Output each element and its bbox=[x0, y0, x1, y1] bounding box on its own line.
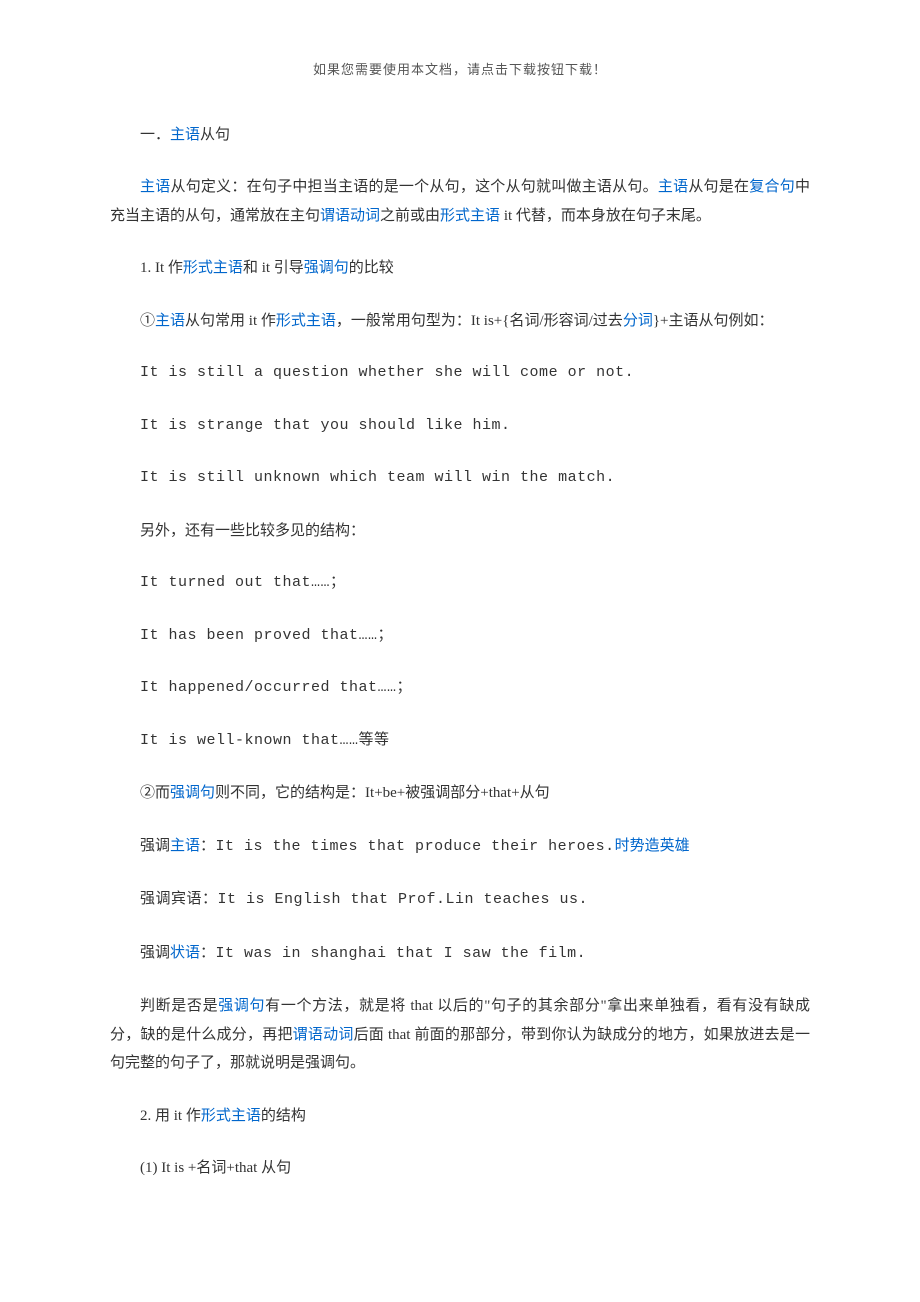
text: it 代替，而本身放在句子末尾。 bbox=[500, 208, 711, 224]
example-5: It has been proved that……； bbox=[110, 622, 810, 651]
link-formal-subject[interactable]: 形式主语 bbox=[183, 260, 243, 276]
text: 从句是在 bbox=[688, 179, 749, 195]
subsection-2-title: 2. 用 it 作形式主语的结构 bbox=[110, 1102, 810, 1131]
text: 从句常用 it 作 bbox=[185, 313, 276, 329]
text: ① bbox=[140, 313, 155, 329]
link-formal-subject[interactable]: 形式主语 bbox=[276, 313, 336, 329]
text: 的比较 bbox=[349, 260, 394, 276]
definition-paragraph: 主语从句定义：在句子中担当主语的是一个从句，这个从句就叫做主语从句。主语从句是在… bbox=[110, 173, 810, 230]
example-4: It turned out that……； bbox=[110, 569, 810, 598]
link-formal-subject[interactable]: 形式主语 bbox=[201, 1108, 261, 1124]
link-emphatic-sentence[interactable]: 强调句 bbox=[304, 260, 349, 276]
point-2: ②而强调句则不同，它的结构是：It+be+被强调部分+that+从句 bbox=[110, 779, 810, 808]
text: 从句 bbox=[200, 127, 230, 143]
point-1: ①主语从句常用 it 作形式主语，一般常用句型为：It is+{名词/形容词/过… bbox=[110, 307, 810, 336]
text: 从句定义：在句子中担当主语的是一个从句，这个从句就叫做主语从句。 bbox=[170, 179, 657, 195]
text: 一． bbox=[140, 127, 170, 143]
text: 判断是否是 bbox=[140, 998, 218, 1014]
text: 2. 用 it 作 bbox=[140, 1108, 201, 1124]
link-participle[interactable]: 分词 bbox=[623, 313, 653, 329]
text: 则不同，它的结构是：It+be+被强调部分+that+从句 bbox=[215, 785, 550, 801]
link-formal-subject[interactable]: 形式主语 bbox=[440, 208, 500, 224]
text: ②而 bbox=[140, 785, 170, 801]
header-note: 如果您需要使用本文档，请点击下载按钮下载！ bbox=[110, 60, 810, 81]
link-compound-sentence[interactable]: 复合句 bbox=[749, 179, 795, 195]
text: ：It was in shanghai that I saw the film. bbox=[200, 945, 586, 962]
link-subject[interactable]: 主语 bbox=[155, 313, 185, 329]
text: 的结构 bbox=[261, 1108, 306, 1124]
link-subject[interactable]: 主语 bbox=[140, 179, 170, 195]
text: 和 it 引导 bbox=[243, 260, 304, 276]
subsection-1-title: 1. It 作形式主语和 it 引导强调句的比较 bbox=[110, 254, 810, 283]
link-predicate-verb[interactable]: 谓语动词 bbox=[293, 1027, 354, 1043]
link-predicate-verb[interactable]: 谓语动词 bbox=[320, 208, 380, 224]
link-emphatic-sentence[interactable]: 强调句 bbox=[218, 998, 265, 1014]
text: 强调 bbox=[140, 945, 170, 961]
text: ：It is the times that produce their hero… bbox=[200, 838, 615, 855]
text: 强调 bbox=[140, 838, 170, 854]
text: 之前或由 bbox=[380, 208, 440, 224]
link-adverbial[interactable]: 状语 bbox=[170, 945, 200, 961]
example-7: It is well-known that……等等 bbox=[110, 727, 810, 756]
text: 1. It 作 bbox=[140, 260, 183, 276]
structure-1: (1) It is +名词+that 从句 bbox=[110, 1154, 810, 1183]
link-idiom[interactable]: 时势造英雄 bbox=[615, 838, 690, 854]
emphasis-object: 强调宾语：It is English that Prof.Lin teaches… bbox=[110, 885, 810, 915]
emphasis-subject: 强调主语：It is the times that produce their … bbox=[110, 832, 810, 862]
text: 强调宾语：It is English that Prof.Lin teaches… bbox=[140, 891, 588, 908]
judgment-method: 判断是否是强调句有一个方法，就是将 that 以后的"句子的其余部分"拿出来单独… bbox=[110, 992, 810, 1078]
example-2: It is strange that you should like him. bbox=[110, 412, 810, 441]
section-title: 一．主语从句 bbox=[110, 121, 810, 150]
text: ，一般常用句型为：It is+{名词/形容词/过去 bbox=[336, 313, 623, 329]
link-emphatic-sentence[interactable]: 强调句 bbox=[170, 785, 215, 801]
emphasis-adverbial: 强调状语：It was in shanghai that I saw the f… bbox=[110, 939, 810, 969]
link-subject[interactable]: 主语 bbox=[170, 838, 200, 854]
link-subject[interactable]: 主语 bbox=[658, 179, 688, 195]
example-1: It is still a question whether she will … bbox=[110, 359, 810, 388]
link-subject[interactable]: 主语 bbox=[170, 127, 200, 143]
text: }+主语从句例如： bbox=[653, 313, 774, 329]
example-6: It happened/occurred that……； bbox=[110, 674, 810, 703]
additional-note: 另外，还有一些比较多见的结构： bbox=[110, 517, 810, 546]
example-3: It is still unknown which team will win … bbox=[110, 464, 810, 493]
